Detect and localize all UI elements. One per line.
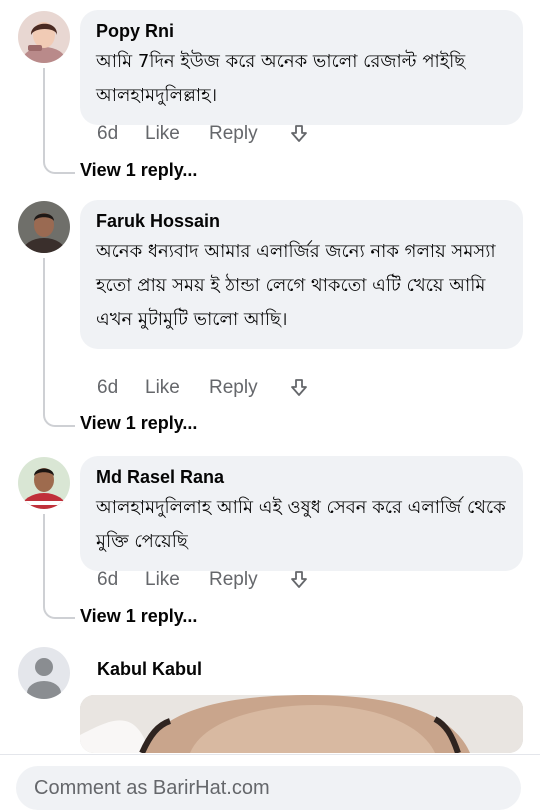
comment-actions: 6d Like Reply: [97, 120, 309, 148]
reply-thread-line: [43, 514, 75, 619]
reply-thread-line: [43, 258, 75, 427]
avatar[interactable]: [18, 201, 70, 253]
comment-age[interactable]: 6d: [97, 123, 145, 145]
comment-text: অনেক ধন্যবাদ আমার এলার্জির জন্যে নাক গলা…: [96, 241, 496, 330]
react-arrow-icon[interactable]: [289, 570, 309, 590]
avatar[interactable]: [18, 457, 70, 509]
view-replies-link[interactable]: View 1 reply...: [80, 411, 197, 435]
comment-author[interactable]: Popy Rni: [96, 19, 507, 43]
comment-actions: 6d Like Reply: [97, 374, 309, 402]
comment-text: আলহামদুলিলাহ আমি এই ওষুধ সেবন করে এলার্জ…: [96, 497, 506, 552]
view-replies-link[interactable]: View 1 reply...: [80, 158, 197, 182]
comments-feed: Popy Rni আমি 7দিন ইউজ করে অনেক ভালো রেজা…: [0, 0, 540, 812]
comment-bubble: Faruk Hossain অনেক ধন্যবাদ আমার এলার্জির…: [80, 200, 523, 349]
comment-age[interactable]: 6d: [97, 569, 145, 591]
comment-author[interactable]: Kabul Kabul: [97, 657, 202, 681]
avatar[interactable]: [18, 11, 70, 63]
reply-button[interactable]: Reply: [209, 569, 289, 591]
view-replies-link[interactable]: View 1 reply...: [80, 604, 197, 628]
like-button[interactable]: Like: [145, 123, 209, 145]
comment-author[interactable]: Md Rasel Rana: [96, 465, 507, 489]
comment-bubble: Popy Rni আমি 7দিন ইউজ করে অনেক ভালো রেজা…: [80, 10, 523, 125]
react-arrow-icon[interactable]: [289, 124, 309, 144]
like-button[interactable]: Like: [145, 569, 209, 591]
divider: [0, 754, 540, 755]
like-button[interactable]: Like: [145, 377, 209, 399]
comment-input[interactable]: Comment as BarirHat.com: [16, 766, 521, 810]
comment-actions: 6d Like Reply: [97, 566, 309, 594]
comment-bubble: Md Rasel Rana আলহামদুলিলাহ আমি এই ওষুধ স…: [80, 456, 523, 571]
reply-button[interactable]: Reply: [209, 377, 289, 399]
comment-text: আমি 7দিন ইউজ করে অনেক ভালো রেজাল্ট পাইছি…: [96, 51, 466, 106]
reply-button[interactable]: Reply: [209, 123, 289, 145]
reply-thread-line: [43, 68, 75, 174]
avatar-placeholder-icon[interactable]: [18, 647, 70, 699]
react-arrow-icon[interactable]: [289, 378, 309, 398]
comment-age[interactable]: 6d: [97, 377, 145, 399]
comment-photo[interactable]: [80, 695, 523, 753]
comment-author[interactable]: Faruk Hossain: [96, 209, 507, 233]
